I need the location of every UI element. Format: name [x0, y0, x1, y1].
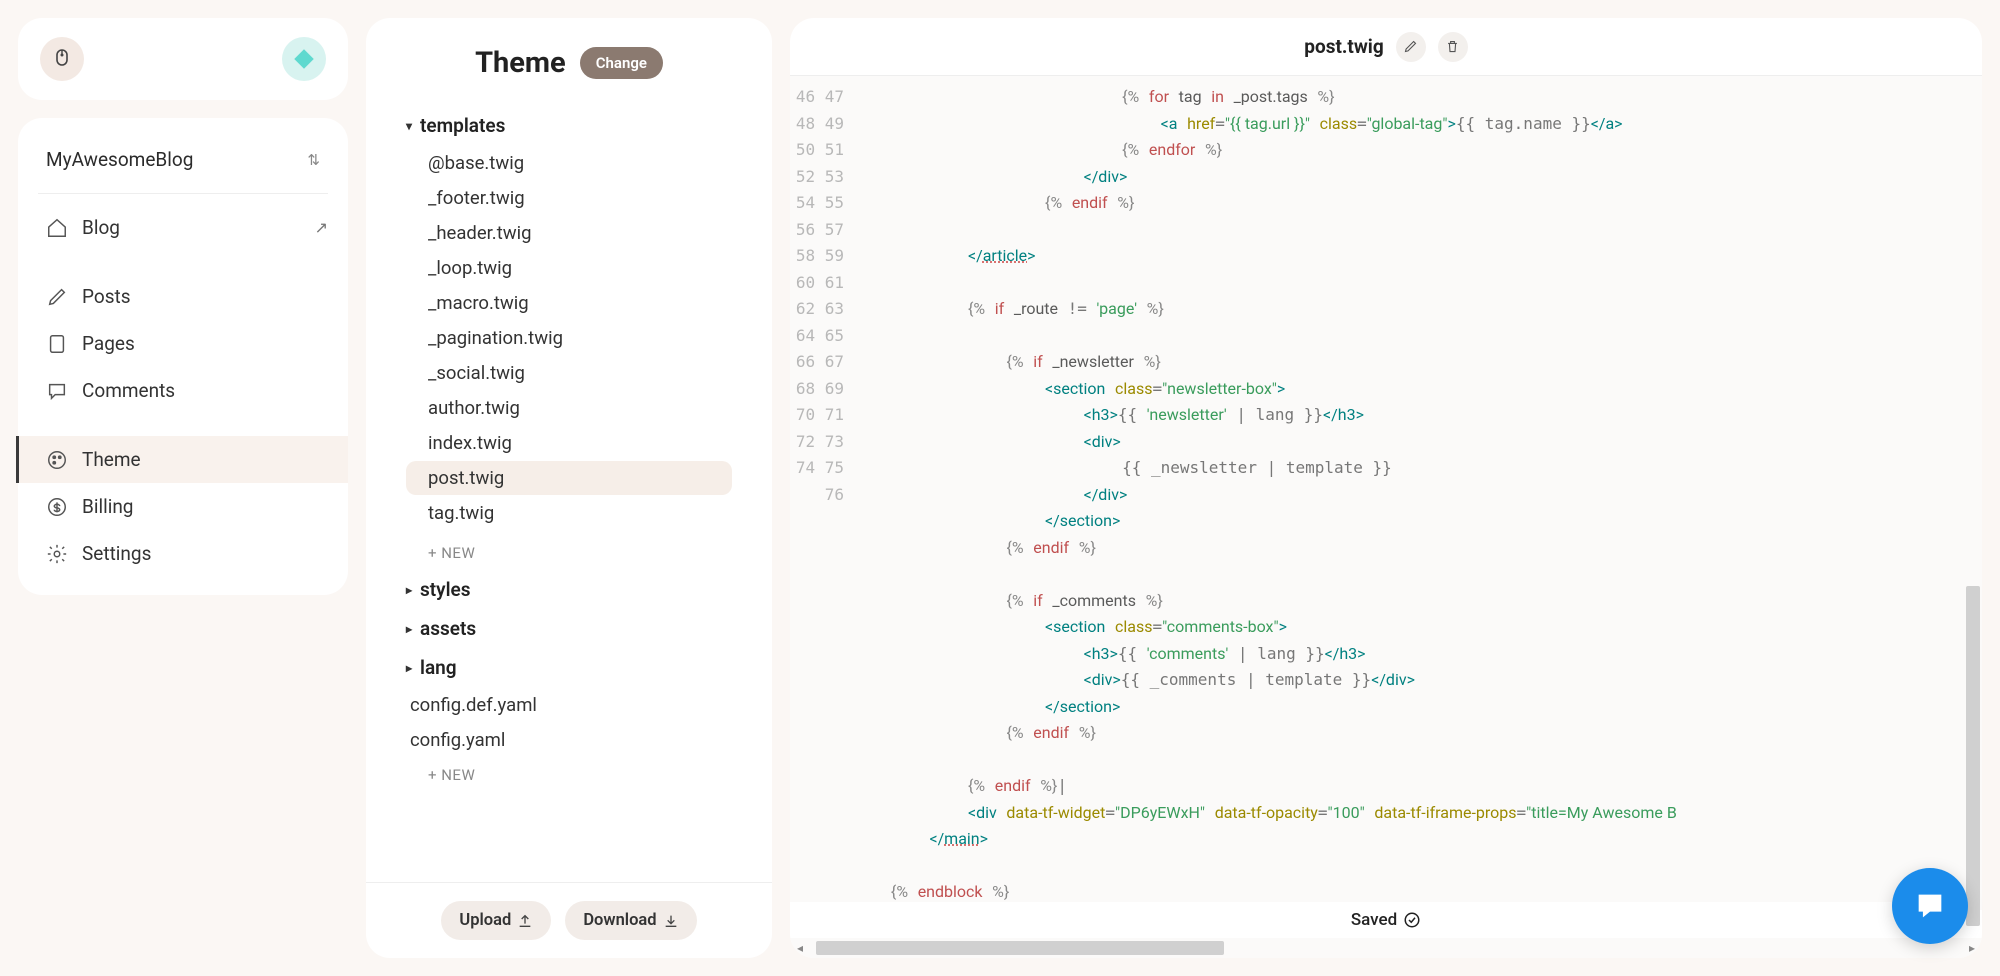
folder-styles[interactable]: ▸styles	[406, 570, 732, 609]
chevron-right-icon: ▸	[406, 622, 412, 636]
diamond-icon[interactable]	[282, 37, 326, 81]
file--loop-twig[interactable]: _loop.twig	[406, 251, 732, 285]
nav-theme[interactable]: Theme	[18, 436, 348, 483]
pencil-icon	[1403, 39, 1418, 54]
save-status: Saved	[1351, 910, 1397, 930]
horizontal-scrollbar[interactable]	[814, 941, 1958, 955]
upload-icon	[517, 913, 533, 929]
folder-assets[interactable]: ▸assets	[406, 609, 732, 648]
app-logo-icon	[40, 37, 84, 81]
vertical-scroll-thumb[interactable]	[1966, 586, 1980, 926]
editor-filename: post.twig	[1304, 35, 1383, 58]
file--base-twig[interactable]: @base.twig	[406, 146, 732, 180]
file--macro-twig[interactable]: _macro.twig	[406, 286, 732, 320]
code-editor[interactable]: 46 47 48 49 50 51 52 53 54 55 56 57 58 5…	[790, 76, 1982, 902]
nav-pages[interactable]: Pages	[18, 320, 348, 367]
nav-settings[interactable]: Settings	[18, 530, 348, 577]
rename-button[interactable]	[1396, 32, 1426, 62]
nav-label: Posts	[82, 285, 131, 308]
chat-icon	[46, 380, 68, 402]
file--social-twig[interactable]: _social.twig	[406, 356, 732, 390]
nav-label: Pages	[82, 332, 135, 355]
divider	[38, 193, 328, 194]
nav-label: Comments	[82, 379, 175, 402]
new-file-button[interactable]: + NEW	[406, 758, 732, 792]
scroll-left-arrow[interactable]: ◂	[790, 941, 810, 955]
check-circle-icon	[1403, 911, 1421, 929]
trash-icon	[1445, 39, 1460, 54]
file-config-yaml[interactable]: config.yaml	[406, 723, 732, 757]
folder-lang[interactable]: ▸lang	[406, 648, 732, 687]
sidebar-nav: MyAwesomeBlog ⇅ Blog ↗ Posts Pages Comme…	[18, 118, 348, 595]
nav-label: Theme	[82, 448, 141, 471]
chevron-down-icon: ▾	[406, 119, 412, 133]
file--header-twig[interactable]: _header.twig	[406, 216, 732, 250]
brand-card	[18, 18, 348, 100]
nav-label: Settings	[82, 542, 151, 565]
page-icon	[46, 333, 68, 355]
nav-billing[interactable]: Billing	[18, 483, 348, 530]
file-post-twig[interactable]: post.twig	[406, 461, 732, 495]
pencil-icon	[46, 286, 68, 308]
file-tree[interactable]: ▾templates @base.twig_footer.twig_header…	[366, 106, 772, 882]
folder-templates[interactable]: ▾templates	[406, 106, 732, 145]
nav-comments[interactable]: Comments	[18, 367, 348, 414]
line-gutter: 46 47 48 49 50 51 52 53 54 55 56 57 58 5…	[790, 76, 854, 902]
gear-icon	[46, 543, 68, 565]
file--footer-twig[interactable]: _footer.twig	[406, 181, 732, 215]
horizontal-scroll-thumb[interactable]	[816, 941, 1224, 955]
chat-bubble-icon	[1913, 889, 1947, 923]
file-author-twig[interactable]: author.twig	[406, 391, 732, 425]
chevron-right-icon: ▸	[406, 661, 412, 675]
nav-label: Blog	[82, 216, 120, 239]
chevron-right-icon: ▸	[406, 583, 412, 597]
new-template-button[interactable]: + NEW	[406, 536, 732, 570]
delete-button[interactable]	[1438, 32, 1468, 62]
file-index-twig[interactable]: index.twig	[406, 426, 732, 460]
code-content[interactable]: {% for tag in _post.tags %} <a href="{{ …	[854, 76, 1982, 902]
vertical-scrollbar[interactable]	[1964, 76, 1982, 910]
upload-button[interactable]: Upload	[441, 901, 551, 940]
download-icon	[663, 913, 679, 929]
site-name: MyAwesomeBlog	[46, 148, 193, 171]
file-config-def-yaml[interactable]: config.def.yaml	[406, 688, 732, 722]
nav-posts[interactable]: Posts	[18, 273, 348, 320]
nav-blog[interactable]: Blog ↗	[18, 204, 348, 251]
change-theme-button[interactable]: Change	[580, 47, 663, 79]
file-tag-twig[interactable]: tag.twig	[406, 496, 732, 530]
external-icon: ↗	[315, 218, 328, 237]
home-icon	[46, 217, 68, 239]
dollar-icon	[46, 496, 68, 518]
theme-title: Theme	[475, 46, 566, 80]
palette-icon	[46, 449, 68, 471]
nav-label: Billing	[82, 495, 133, 518]
site-selector[interactable]: MyAwesomeBlog ⇅	[18, 132, 348, 187]
updown-icon: ⇅	[307, 151, 320, 169]
scroll-right-arrow[interactable]: ▸	[1962, 941, 1982, 955]
theme-panel: Theme Change ▾templates @base.twig_foote…	[366, 18, 772, 958]
file--pagination-twig[interactable]: _pagination.twig	[406, 321, 732, 355]
download-button[interactable]: Download	[565, 901, 696, 940]
editor-panel: post.twig 46 47 48 49 50 51 52 53 54 55 …	[790, 18, 1982, 958]
chat-fab[interactable]	[1892, 868, 1968, 944]
